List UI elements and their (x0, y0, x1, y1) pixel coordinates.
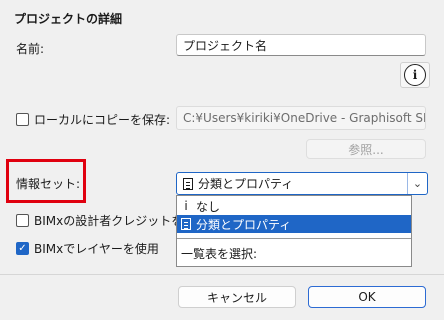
document-icon (181, 218, 191, 230)
save-local-checkbox-row[interactable]: ローカルにコピーを保存: (16, 111, 170, 128)
dialog-title: プロジェクトの詳細 (14, 12, 123, 26)
document-icon (183, 177, 193, 190)
footer-divider (0, 274, 444, 275)
bimx-layers-checkbox-row[interactable]: ✓ BIMxでレイヤーを使用 (16, 240, 159, 257)
dropdown-select-list[interactable]: 一覧表を選択: (177, 244, 411, 262)
dropdown-item-label: なし (196, 199, 221, 214)
cancel-button[interactable]: キャンセル (178, 286, 296, 308)
project-name-input[interactable]: プロジェクト名 (176, 34, 426, 56)
save-local-path-field: C:¥Users¥kiriki¥OneDrive - Graphisoft SE (176, 106, 426, 130)
info-set-label: 情報セット: (16, 177, 81, 191)
info-button[interactable]: i (400, 62, 430, 88)
info-set-dropdown-list[interactable]: i なし 分類とプロパティ 一覧表を選択: (176, 195, 412, 267)
ok-button[interactable]: OK (308, 286, 426, 308)
dropdown-item-none[interactable]: i なし (177, 197, 411, 215)
name-label: 名前: (16, 42, 45, 56)
info-set-combobox[interactable]: 分類とプロパティ ⌄ (176, 172, 428, 195)
save-local-label: ローカルにコピーを保存: (34, 113, 171, 127)
dropdown-item-classification[interactable]: 分類とプロパティ (177, 215, 411, 233)
info-set-selected-value: 分類とプロパティ (198, 177, 294, 191)
browse-button: 参照... (306, 139, 426, 159)
chevron-down-icon[interactable]: ⌄ (407, 173, 427, 194)
bimx-credit-checkbox[interactable] (16, 214, 29, 227)
info-icon: i (404, 64, 426, 86)
bimx-layers-label: BIMxでレイヤーを使用 (34, 242, 159, 256)
bimx-layers-checkbox[interactable]: ✓ (16, 242, 29, 255)
dropdown-item-label: 分類とプロパティ (196, 217, 292, 232)
dropdown-separator (177, 238, 411, 239)
select-list-label: 一覧表を選択: (181, 246, 258, 261)
info-i-icon: i (184, 199, 188, 213)
save-local-checkbox[interactable] (16, 113, 29, 126)
